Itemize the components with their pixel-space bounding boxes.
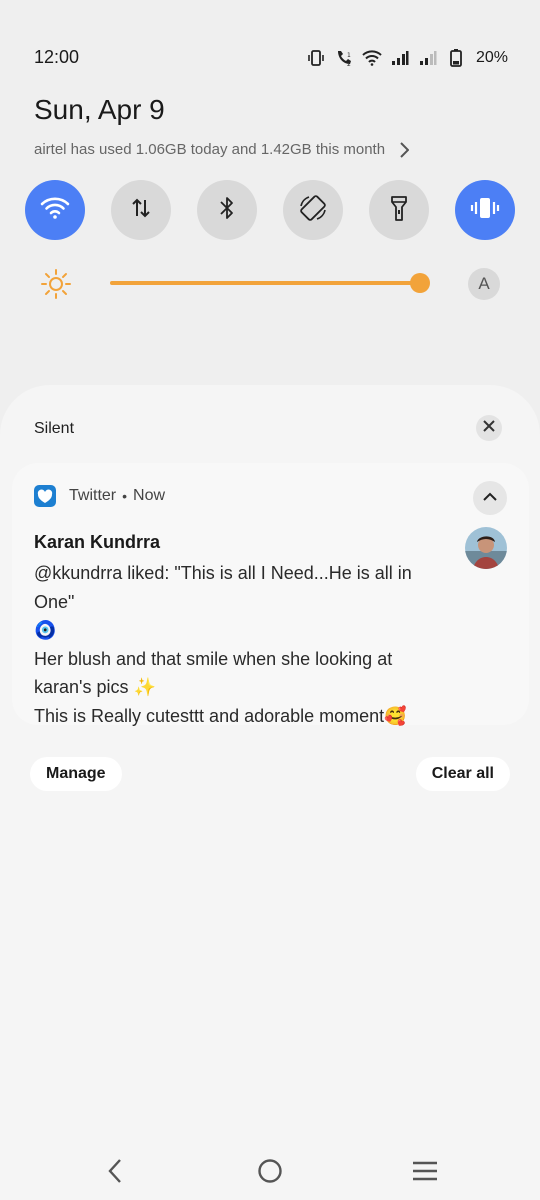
notification-app-row: Twitter • Now bbox=[34, 485, 165, 507]
tile-auto-rotate[interactable] bbox=[283, 180, 343, 240]
collapse-notification-button[interactable] bbox=[473, 481, 507, 515]
twitter-app-icon bbox=[34, 485, 56, 507]
notification-app-name: Twitter bbox=[69, 487, 117, 504]
svg-text:2: 2 bbox=[347, 61, 351, 68]
signal-sim2-icon bbox=[418, 48, 438, 68]
menu-icon bbox=[412, 1160, 438, 1187]
wifi-icon bbox=[40, 196, 70, 225]
notification-time: Now bbox=[133, 487, 166, 504]
data-usage-row[interactable]: airtel has used 1.06GB today and 1.42GB … bbox=[34, 141, 410, 158]
battery-percent: 20% bbox=[475, 49, 508, 66]
recents-button[interactable] bbox=[410, 1158, 440, 1188]
vibrate-icon bbox=[306, 48, 326, 68]
notification-shade: Silent Twitter • Now Karan Kundrra @kkun… bbox=[0, 385, 540, 1200]
brightness-slider-track[interactable] bbox=[110, 281, 420, 285]
date-label: Sun, Apr 9 bbox=[34, 94, 165, 125]
bluetooth-icon bbox=[218, 195, 236, 226]
tile-vibrate[interactable] bbox=[455, 180, 515, 240]
notification-actions: Manage Clear all bbox=[30, 757, 510, 791]
status-time: 12:00 bbox=[34, 47, 80, 67]
notification-sender: Karan Kundrra bbox=[34, 532, 161, 552]
message-line: @kkundrra liked: "This is all I Need...H… bbox=[34, 563, 412, 583]
vibrate-icon bbox=[470, 195, 500, 226]
section-title-silent: Silent bbox=[34, 420, 75, 437]
back-button[interactable] bbox=[100, 1158, 130, 1188]
navigation-bar bbox=[0, 1140, 540, 1200]
tile-mobile-data[interactable] bbox=[111, 180, 171, 240]
message-line: One" bbox=[34, 591, 75, 612]
chevron-up-icon bbox=[483, 489, 497, 507]
message-line: 🧿 bbox=[34, 620, 57, 640]
auto-brightness-button[interactable]: A bbox=[468, 268, 500, 300]
battery-icon bbox=[446, 48, 466, 68]
svg-text:1: 1 bbox=[347, 52, 351, 59]
volte-call-icon: 12 bbox=[334, 48, 354, 68]
brightness-control: A bbox=[40, 262, 502, 306]
home-icon bbox=[257, 1158, 283, 1189]
status-icons: 12 20% bbox=[306, 48, 508, 68]
signal-sim1-icon bbox=[390, 48, 410, 68]
tile-bluetooth[interactable] bbox=[197, 180, 257, 240]
brightness-slider-thumb[interactable] bbox=[410, 273, 430, 293]
rotate-icon bbox=[298, 193, 328, 228]
home-button[interactable] bbox=[255, 1158, 285, 1188]
message-line: karan's pics ✨ bbox=[34, 677, 156, 697]
chevron-right-icon bbox=[399, 141, 410, 158]
close-icon bbox=[483, 419, 495, 437]
data-arrows-icon bbox=[130, 196, 152, 225]
manage-button[interactable]: Manage bbox=[30, 757, 122, 791]
brightness-sun-icon bbox=[40, 268, 72, 305]
notification-card[interactable]: Twitter • Now Karan Kundrra @kkundrra li… bbox=[12, 463, 529, 726]
dismiss-section-button[interactable] bbox=[476, 415, 502, 441]
tile-flashlight[interactable] bbox=[369, 180, 429, 240]
message-line: Her blush and that smile when she lookin… bbox=[34, 648, 393, 669]
separator-dot: • bbox=[122, 488, 128, 504]
message-line: This is Really cutesttt and adorable mom… bbox=[34, 705, 407, 726]
data-usage-text: airtel has used 1.06GB today and 1.42GB … bbox=[34, 141, 386, 158]
wifi-icon bbox=[362, 48, 382, 68]
quick-settings-tiles bbox=[25, 180, 515, 240]
back-icon bbox=[107, 1158, 123, 1189]
sender-avatar bbox=[465, 527, 507, 569]
notification-message: @kkundrra liked: "This is all I Need...H… bbox=[34, 559, 444, 730]
tile-wifi[interactable] bbox=[25, 180, 85, 240]
clear-all-button[interactable]: Clear all bbox=[415, 757, 510, 791]
flashlight-icon bbox=[388, 194, 410, 227]
